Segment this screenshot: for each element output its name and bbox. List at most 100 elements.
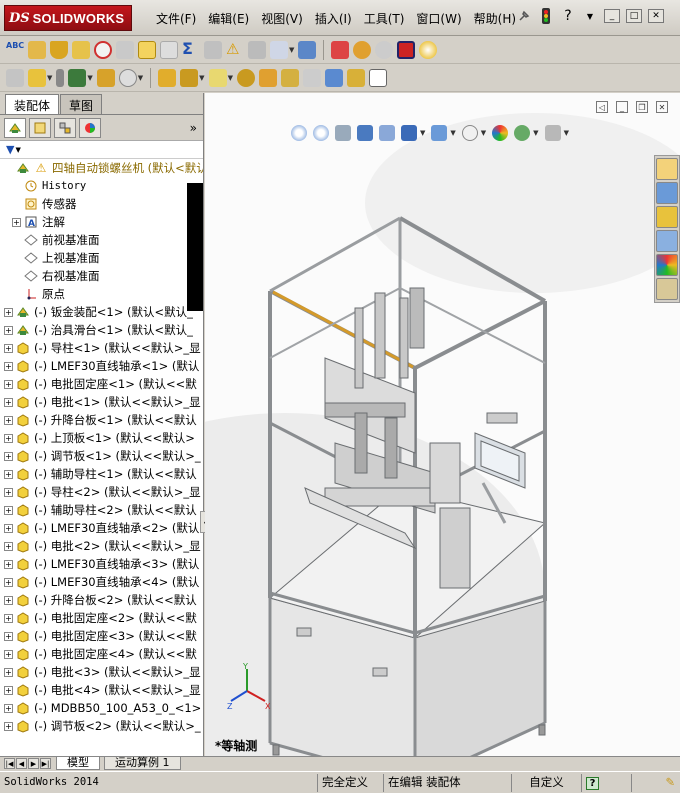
tree-item[interactable]: 上视基准面 — [0, 249, 203, 267]
tag-icon[interactable]: ✎ — [631, 773, 679, 792]
tree-item[interactable]: + A 注解 — [0, 213, 203, 231]
graphics-area[interactable]: ◁ _ ❐ ✕ ▼ ▼ ▼ ▼ ▼ Y X Z *等轴测 — [205, 93, 680, 756]
mass-properties-icon[interactable] — [50, 40, 68, 59]
menu-edit[interactable]: 编辑(E) — [202, 10, 255, 27]
appearance-icon[interactable] — [419, 40, 438, 59]
explode-line-sketch-icon[interactable] — [302, 68, 321, 87]
expand-icon[interactable]: + — [4, 505, 13, 515]
tree-component[interactable]: + (-) 治具滑台<1> (默认<默认_ — [0, 321, 203, 339]
speedpak-icon[interactable] — [368, 68, 387, 87]
tree-component[interactable]: + (-) LMEF30直线轴承<3> (默认 — [0, 555, 203, 573]
first-tab-icon[interactable]: |◀ — [4, 758, 15, 769]
expand-icon[interactable]: + — [4, 379, 13, 389]
disabled-tool-icon[interactable] — [116, 40, 134, 59]
new-part-icon[interactable] — [28, 68, 46, 87]
checkbox-disabled-icon[interactable] — [160, 40, 178, 59]
menu-view[interactable]: 视图(V) — [255, 10, 309, 27]
tree-component[interactable]: + (-) LMEF30直线轴承<2> (默认 — [0, 519, 203, 537]
move-component-icon[interactable] — [118, 68, 137, 87]
tree-component[interactable]: + (-) 电批<4> (默认<<默认>_显 — [0, 681, 203, 699]
configurationmanager-tab[interactable] — [54, 117, 76, 138]
expand-icon[interactable]: + — [4, 487, 13, 497]
expand-icon[interactable]: + — [4, 361, 13, 371]
tree-component[interactable]: + (-) 上顶板<1> (默认<<默认> — [0, 429, 203, 447]
expand-icon[interactable]: + — [4, 541, 13, 551]
tree-item[interactable]: 前视基准面 — [0, 231, 203, 249]
tree-component[interactable]: + (-) MDBB50_100_A53_0_<1> ( — [0, 699, 203, 717]
menu-file[interactable]: 文件(F) — [150, 10, 202, 27]
tree-component[interactable]: + (-) 电批<3> (默认<<默认>_显 — [0, 663, 203, 681]
expand-icon[interactable]: + — [4, 451, 13, 461]
assembly-features-icon[interactable] — [180, 68, 199, 87]
expand-icon[interactable]: + — [12, 217, 21, 227]
expand-icon[interactable]: + — [4, 577, 13, 587]
tab-model[interactable]: 模型 — [56, 757, 100, 770]
expand-icon[interactable]: + — [4, 595, 13, 605]
tab-sketch[interactable]: 草图 — [60, 94, 103, 114]
tree-root-assembly[interactable]: ⚠ 四轴自动锁螺丝机 (默认<默认_ — [0, 159, 203, 177]
check-icon[interactable] — [94, 40, 112, 59]
tree-component[interactable]: + (-) 电批固定座<3> (默认<<默 — [0, 627, 203, 645]
spell-check-icon[interactable]: ABC — [6, 41, 24, 59]
measure-icon[interactable] — [28, 40, 46, 59]
machine-3d-model[interactable] — [205, 93, 680, 756]
checkbox-tool-icon[interactable] — [138, 40, 156, 59]
propertymanager-tab[interactable] — [29, 117, 51, 138]
chevron-down-icon[interactable]: ▼ — [199, 74, 204, 82]
tree-component[interactable]: + (-) 导柱<1> (默认<<默认>_显 — [0, 339, 203, 357]
tree-component[interactable]: + (-) LMEF30直线轴承<4> (默认 — [0, 573, 203, 591]
compare-icon[interactable] — [298, 40, 317, 59]
displaymanager-tab[interactable] — [79, 117, 101, 138]
assembly-visualization-icon[interactable] — [331, 40, 350, 59]
insert-component-icon[interactable] — [6, 68, 24, 87]
rebuild-traffic-light-icon[interactable] — [538, 8, 554, 24]
tree-component[interactable]: + (-) 辅助导柱<1> (默认<<默认 — [0, 465, 203, 483]
menu-tools[interactable]: 工具(T) — [358, 10, 411, 27]
chevron-down-icon[interactable]: ▼ — [15, 146, 20, 154]
tree-component[interactable]: + (-) 升降台板<1> (默认<<默认 — [0, 411, 203, 429]
equations-icon[interactable]: Σ — [182, 40, 200, 59]
linear-pattern-icon[interactable] — [68, 68, 87, 87]
tree-component[interactable]: + (-) 升降台板<2> (默认<<默认 — [0, 591, 203, 609]
chevron-down-icon[interactable]: ▼ — [582, 8, 598, 24]
new-motion-study-icon[interactable] — [236, 68, 255, 87]
expand-icon[interactable]: + — [4, 325, 13, 335]
check-disabled-icon[interactable] — [375, 40, 394, 59]
expand-icon[interactable]: + — [4, 649, 13, 659]
close-button[interactable]: ✕ — [648, 9, 664, 23]
tree-item[interactable]: 传感器 — [0, 195, 203, 213]
instant3d-icon[interactable] — [324, 68, 343, 87]
expand-icon[interactable]: + — [4, 397, 13, 407]
hole-alignment-icon[interactable] — [270, 40, 288, 59]
expand-icon[interactable]: + — [4, 415, 13, 425]
tree-component[interactable]: + (-) LMEF30直线轴承<1> (默认 — [0, 357, 203, 375]
pin-icon[interactable] — [516, 8, 532, 24]
mate-icon[interactable] — [56, 68, 65, 87]
expand-panel-icon[interactable]: » — [190, 121, 197, 135]
expand-icon[interactable]: + — [4, 667, 13, 677]
expand-icon[interactable]: + — [4, 307, 13, 317]
exploded-view-icon[interactable] — [280, 68, 299, 87]
tree-component[interactable]: + (-) 电批固定座<1> (默认<<默 — [0, 375, 203, 393]
expand-icon[interactable]: + — [4, 433, 13, 443]
chevron-down-icon[interactable]: ▼ — [228, 74, 233, 82]
units-selector[interactable]: 自定义 — [511, 773, 581, 792]
warning-icon[interactable]: ⚠ — [226, 41, 244, 59]
expand-icon[interactable]: + — [4, 703, 13, 713]
tree-component[interactable]: + (-) 导柱<2> (默认<<默认>_显 — [0, 483, 203, 501]
tree-component[interactable]: + (-) 调节板<1> (默认<<默认>_ — [0, 447, 203, 465]
clearance-icon[interactable] — [248, 40, 266, 59]
help-button[interactable]: ? — [581, 773, 631, 792]
tree-component[interactable]: + (-) 电批<1> (默认<<默认>_显 — [0, 393, 203, 411]
expand-icon[interactable]: + — [4, 631, 13, 641]
chevron-down-icon[interactable]: ▼ — [87, 74, 92, 82]
last-tab-icon[interactable]: ▶| — [40, 758, 51, 769]
filter-icon[interactable]: ▼ — [6, 143, 14, 156]
expand-icon[interactable]: + — [4, 523, 13, 533]
featuremanager-tab[interactable] — [4, 117, 26, 138]
tree-item[interactable]: 原点 — [0, 285, 203, 303]
tab-motion-study[interactable]: 运动算例 1 — [104, 757, 181, 770]
tree-component[interactable]: + (-) 电批<2> (默认<<默认>_显 — [0, 537, 203, 555]
chevron-down-icon[interactable]: ▼ — [289, 46, 294, 54]
tab-assembly[interactable]: 装配体 — [5, 94, 60, 114]
